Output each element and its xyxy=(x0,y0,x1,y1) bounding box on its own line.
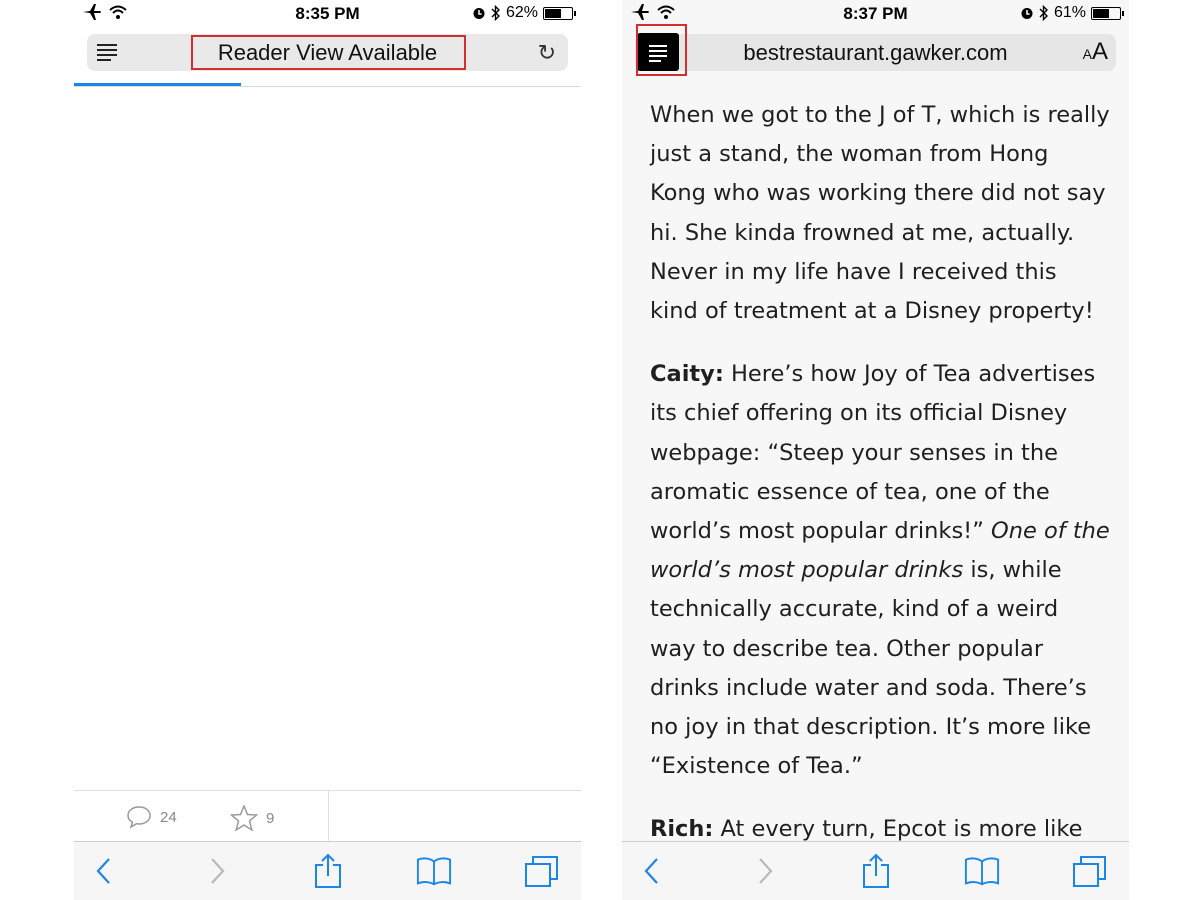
right-phone-screen: 8:37 PM 61% bestrestaurant.gawker.com AA… xyxy=(622,0,1129,900)
address-bar[interactable]: bestrestaurant.gawker.com AA xyxy=(635,33,1116,71)
text-size-button[interactable]: AA xyxy=(1083,38,1108,66)
status-bar: 8:35 PM 62% xyxy=(74,0,581,30)
share-icon xyxy=(863,853,889,888)
tabs-icon xyxy=(525,856,558,887)
stars-count: 9 xyxy=(266,809,275,827)
bookmarks-button[interactable] xyxy=(964,854,1000,888)
comments-count: 24 xyxy=(160,808,177,826)
star-icon xyxy=(230,805,258,831)
article-paragraph: Caity: Here’s how Joy of Tea advertises … xyxy=(650,355,1110,786)
article-paragraph: When we got to the J of T, which is real… xyxy=(650,96,1110,331)
tabs-button[interactable] xyxy=(524,854,560,888)
book-icon xyxy=(964,857,1000,886)
safari-toolbar xyxy=(74,841,581,900)
reload-icon[interactable]: ↻ xyxy=(538,40,556,66)
reader-article: When we got to the J of T, which is real… xyxy=(650,96,1110,874)
text-size-small-glyph: A xyxy=(1082,46,1092,62)
battery-icon xyxy=(543,6,576,20)
book-icon xyxy=(416,857,452,886)
back-button[interactable] xyxy=(634,854,670,888)
reader-button-highlight xyxy=(636,24,687,76)
speaker-name: Caity: xyxy=(650,361,724,388)
forward-button[interactable] xyxy=(199,854,235,888)
alarm-icon xyxy=(1021,8,1033,19)
comment-icon xyxy=(127,806,151,829)
speaker-name: Rich: xyxy=(650,816,714,843)
status-right: 61% xyxy=(1020,4,1124,22)
battery-percent: 61% xyxy=(1053,4,1086,21)
left-phone-screen: 8:35 PM 62% Reader View Available ↻ 24 9 xyxy=(74,0,581,900)
safari-toolbar xyxy=(622,841,1129,900)
paragraph-text: When we got to the J of T, which is real… xyxy=(650,102,1110,325)
status-bar: 8:37 PM 61% xyxy=(622,0,1129,30)
paragraph-text: At every turn, Epcot is more like xyxy=(713,816,1083,843)
chevron-left-icon xyxy=(96,858,110,884)
stars-stat[interactable]: 9 xyxy=(230,805,274,831)
bluetooth-icon xyxy=(1039,5,1048,21)
back-button[interactable] xyxy=(86,854,122,888)
toolbar-divider xyxy=(328,791,329,843)
paragraph-text: is, while technically accurate, kind of … xyxy=(650,557,1092,780)
divider xyxy=(74,86,581,87)
alarm-icon xyxy=(473,8,485,19)
url-text[interactable]: bestrestaurant.gawker.com xyxy=(635,40,1116,66)
battery-percent: 62% xyxy=(505,4,538,21)
text-size-large-glyph: A xyxy=(1091,38,1108,65)
chevron-right-icon xyxy=(211,858,225,884)
forward-button[interactable] xyxy=(747,854,783,888)
paragraph-text: Here’s how Joy of Tea advertises its chi… xyxy=(650,361,1096,545)
chevron-left-icon xyxy=(644,858,658,884)
status-right: 62% xyxy=(472,4,576,22)
tabs-button[interactable] xyxy=(1072,854,1108,888)
comments-stat[interactable]: 24 xyxy=(126,805,177,829)
tabs-icon xyxy=(1073,856,1106,887)
share-icon xyxy=(315,853,341,888)
article-toolbar: 24 9 xyxy=(74,790,581,843)
bluetooth-icon xyxy=(491,5,500,21)
battery-icon xyxy=(1091,6,1124,20)
share-button[interactable] xyxy=(858,853,894,888)
share-button[interactable] xyxy=(310,853,346,888)
bookmarks-button[interactable] xyxy=(416,854,452,888)
chevron-right-icon xyxy=(759,858,773,884)
reader-view-label-highlight xyxy=(191,35,466,70)
